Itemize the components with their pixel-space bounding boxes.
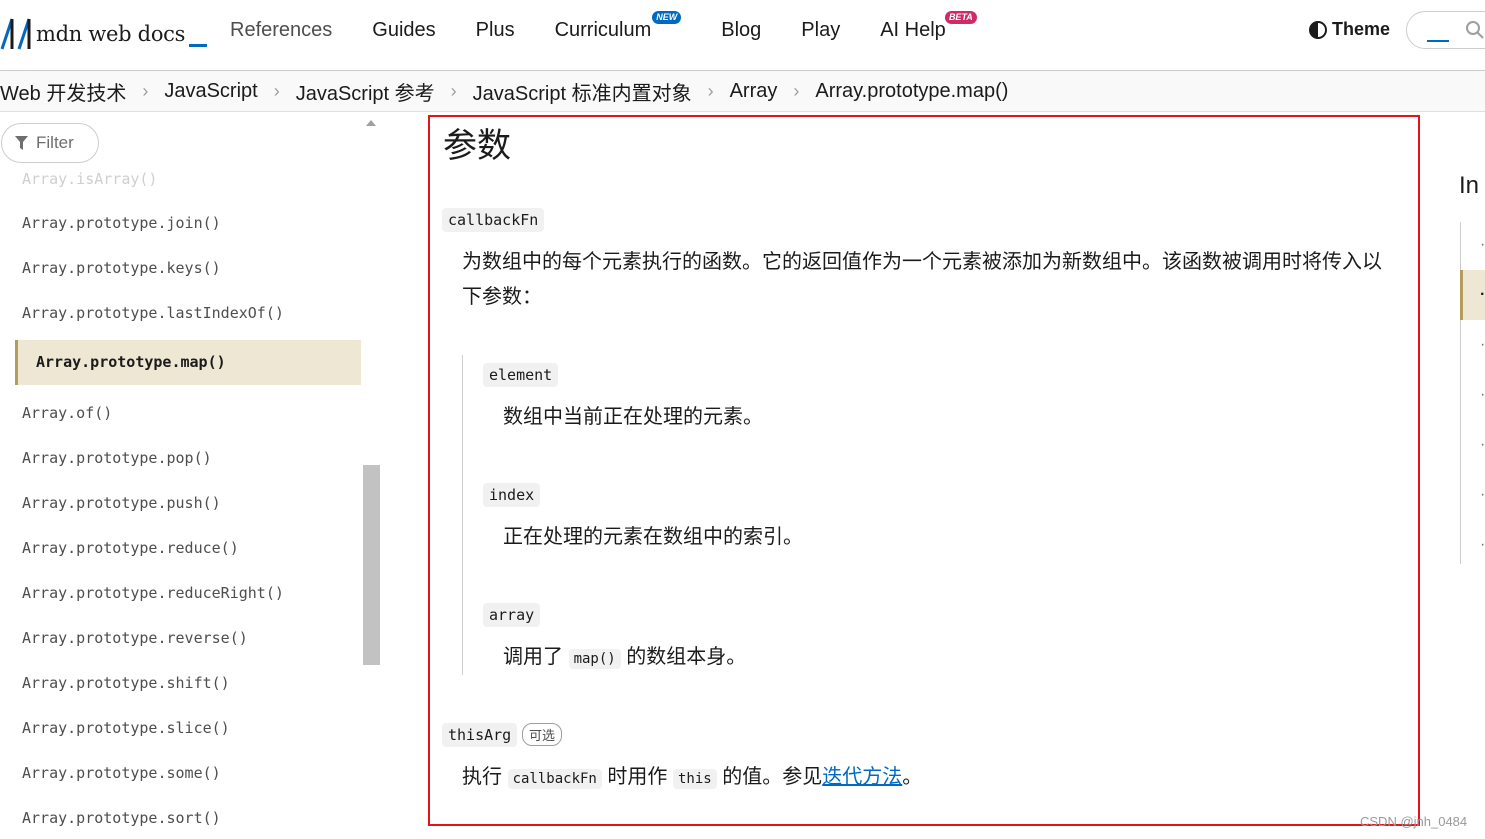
theme-label: Theme	[1332, 19, 1391, 39]
chevron-right-icon: ›	[793, 80, 800, 101]
nav-curriculum[interactable]: Curriculum NEW	[555, 11, 682, 44]
chevron-right-icon: ›	[707, 80, 714, 101]
param-description: 数组中当前正在处理的元素。	[503, 406, 763, 428]
desc-text: 的值。参见	[722, 766, 823, 788]
desc-text: 。	[902, 766, 923, 788]
inline-code: map()	[568, 649, 621, 669]
section-heading: 参数	[443, 127, 511, 165]
sidebar-item[interactable]: Array.prototype.reverse()	[22, 629, 248, 647]
sidebar-item-isarray[interactable]: Array.isArray()	[22, 170, 157, 188]
sidebar-item[interactable]: Array.prototype.sort()	[22, 809, 221, 827]
toc-item[interactable]: ·	[1480, 486, 1485, 504]
inline-code: this	[672, 769, 717, 789]
nav-references[interactable]: References	[230, 16, 332, 44]
toc-item[interactable]: ·	[1480, 236, 1485, 254]
nav-blog[interactable]: Blog	[721, 16, 761, 44]
filter-label: Filter	[36, 133, 74, 152]
desc-text: 执行	[462, 766, 502, 788]
chevron-right-icon: ›	[142, 80, 149, 101]
filter-button[interactable]: Filter	[1, 123, 99, 163]
param-name: index	[483, 483, 541, 507]
desc-text: 时用作	[607, 766, 668, 788]
sidebar-item[interactable]: Array.prototype.keys()	[22, 259, 221, 277]
desc-line: 下参数：	[462, 286, 542, 308]
sidebar-item[interactable]: Array.prototype.reduce()	[22, 539, 239, 557]
param-name: callbackFn	[442, 208, 545, 232]
sidebar-scrollbar[interactable]	[363, 465, 380, 665]
inline-code: callbackFn	[507, 769, 602, 789]
sidebar-item[interactable]: Array.prototype.shift()	[22, 674, 230, 692]
toc-item[interactable]: ·	[1480, 436, 1485, 454]
breadcrumb-item[interactable]: Array	[730, 80, 778, 103]
watermark: CSDN @jnh_0484	[1360, 814, 1468, 829]
param-description: 正在处理的元素在数组中的索引。	[503, 526, 803, 548]
sidebar-item[interactable]: Array.prototype.some()	[22, 764, 221, 782]
search-icon[interactable]	[1465, 20, 1485, 40]
param-name: thisArg	[442, 723, 518, 747]
chevron-right-icon: ›	[273, 80, 280, 101]
nested-params-rule	[462, 355, 463, 675]
param-name: array	[483, 603, 541, 627]
breadcrumb-item[interactable]: Web 开发技术	[0, 77, 126, 106]
filter-icon	[15, 136, 28, 150]
desc-text: 的数组本身。	[626, 646, 747, 668]
sidebar-item-active[interactable]: Array.prototype.map()	[15, 340, 361, 385]
nav-guides[interactable]: Guides	[372, 16, 435, 44]
sidebar: Array.isArray() Filter Array.prototype.j…	[0, 112, 385, 839]
sidebar-item[interactable]: Array.prototype.pop()	[22, 449, 212, 467]
breadcrumb: Web 开发技术 › JavaScript › JavaScript 参考 › …	[0, 71, 1485, 112]
mdn-logo-icon	[0, 18, 31, 50]
breadcrumb-item[interactable]: JavaScript	[164, 80, 257, 103]
scroll-up-icon[interactable]	[366, 120, 376, 126]
optional-badge: 可选	[522, 723, 563, 746]
desc-text: 调用了	[503, 646, 563, 668]
nav-ai-help[interactable]: AI Help BETA	[880, 11, 977, 44]
mdn-logo[interactable]: mdn web docs	[0, 14, 208, 54]
search-caret	[1427, 40, 1449, 42]
logo-text: mdn web docs	[36, 22, 186, 46]
search-input[interactable]	[1406, 11, 1485, 49]
new-badge: NEW	[652, 11, 682, 24]
param-description: 调用了 map() 的数组本身。	[503, 640, 746, 677]
toc-title: In	[1459, 172, 1480, 199]
highlight-frame	[428, 115, 1420, 826]
sidebar-item[interactable]: Array.prototype.join()	[22, 214, 221, 232]
main-nav: References Guides Plus Curriculum NEW Bl…	[230, 11, 986, 44]
desc-line: 为数组中的每个元素执行的函数。它的返回值作为一个元素被添加为新数组中。该函数被调…	[462, 251, 1382, 273]
toc-item-active-fragment[interactable]: ·	[1480, 286, 1485, 304]
sidebar-item[interactable]: Array.of()	[22, 404, 112, 422]
toc-item[interactable]: ·	[1480, 386, 1485, 404]
sidebar-item[interactable]: Array.prototype.reduceRight()	[22, 584, 284, 602]
sidebar-item[interactable]: Array.prototype.slice()	[22, 719, 230, 737]
toc-item[interactable]: ·	[1480, 336, 1485, 354]
iteration-methods-link[interactable]: 迭代方法	[822, 766, 902, 788]
logo-cursor	[189, 43, 208, 47]
sidebar-item[interactable]: Array.prototype.lastIndexOf()	[22, 304, 284, 322]
breadcrumb-current[interactable]: Array.prototype.map()	[815, 80, 1008, 103]
toc-item[interactable]: ·	[1480, 536, 1485, 554]
param-description: 为数组中的每个元素执行的函数。它的返回值作为一个元素被添加为新数组中。该函数被调…	[462, 245, 1382, 315]
breadcrumb-item[interactable]: JavaScript 参考	[296, 77, 435, 106]
theme-toggle[interactable]: Theme	[1309, 19, 1390, 40]
param-name: element	[483, 363, 559, 387]
theme-icon	[1309, 20, 1327, 39]
sidebar-item[interactable]: Array.prototype.push()	[22, 494, 221, 512]
site-header: mdn web docs References Guides Plus Curr…	[0, 0, 1485, 71]
nav-play[interactable]: Play	[801, 16, 840, 44]
beta-badge: BETA	[944, 11, 977, 24]
nav-plus[interactable]: Plus	[476, 16, 515, 44]
chevron-right-icon: ›	[450, 80, 457, 101]
breadcrumb-item[interactable]: JavaScript 标准内置对象	[473, 77, 692, 106]
param-description: 执行 callbackFn 时用作 this 的值。参见迭代方法。	[462, 760, 922, 797]
